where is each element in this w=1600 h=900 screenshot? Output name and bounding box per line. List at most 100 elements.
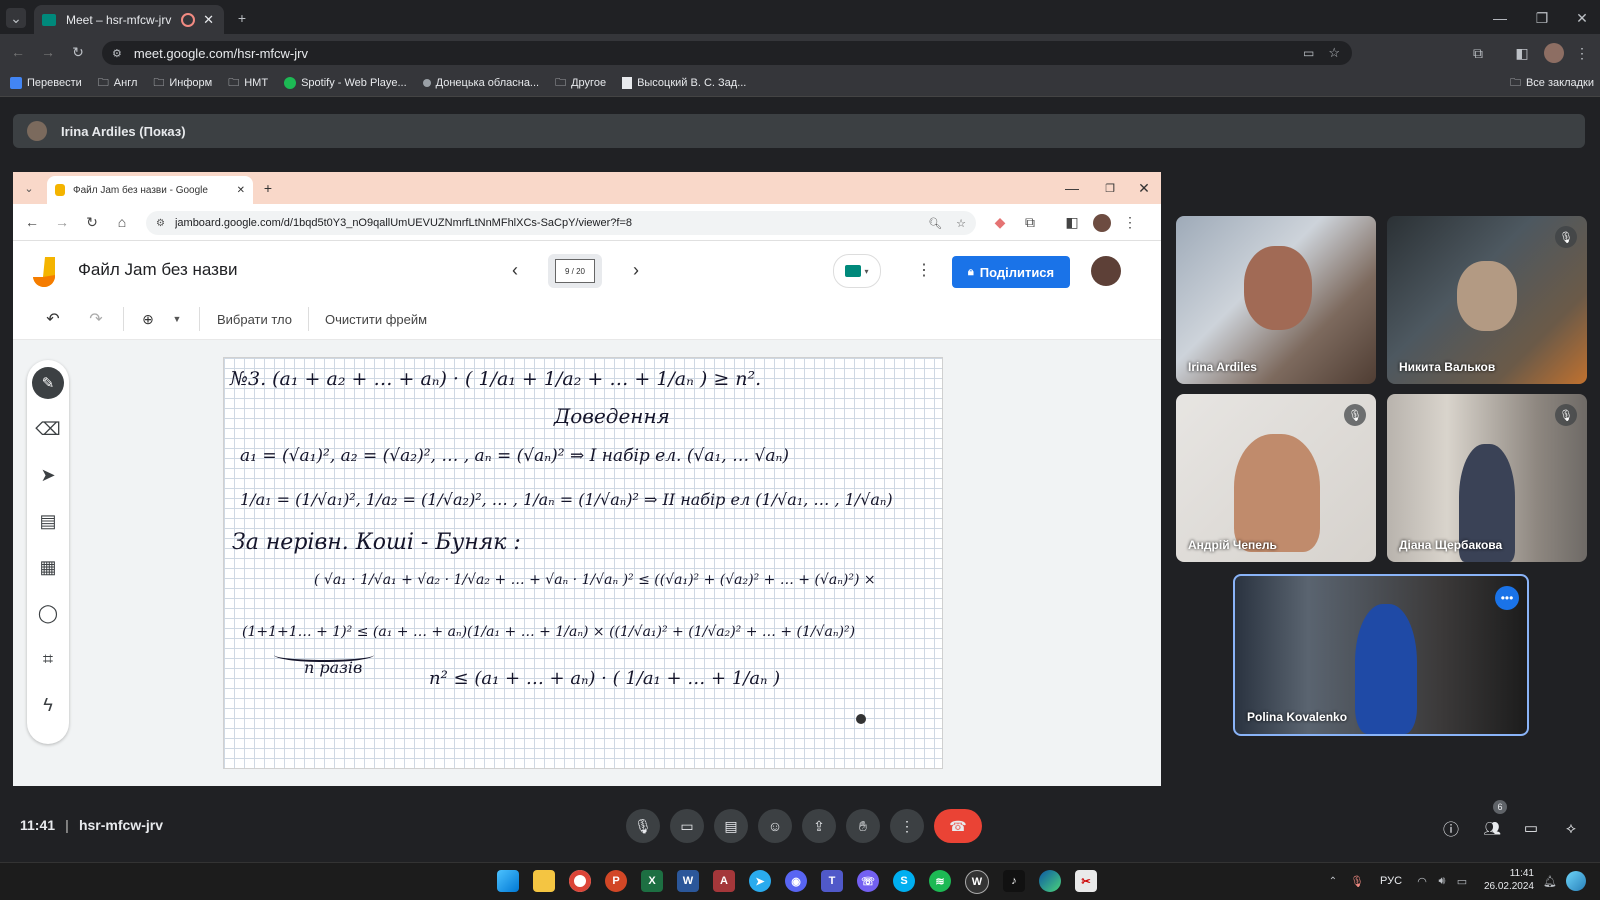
bookmark-vysotsky[interactable]: Высоцкий В. С. Зад... (622, 77, 746, 89)
participant-name: Діана Щербакова (1399, 538, 1503, 552)
wifi-icon[interactable]: ◠ (1414, 873, 1430, 889)
shared-zoom-icon: 🔍︎ (928, 217, 943, 230)
back-icon[interactable]: ← (8, 42, 28, 62)
leave-call-button[interactable]: ☎︎ (934, 809, 982, 843)
bookmark-all[interactable]: 🗀 Все закладки (1510, 74, 1594, 93)
close-tab-icon[interactable]: ✕ (203, 12, 214, 28)
folder-icon: 🗀 (153, 76, 165, 89)
captions-button[interactable]: ▤ (714, 809, 748, 843)
reactions-button[interactable]: ☺ (758, 809, 792, 843)
windows-start-icon[interactable] (497, 870, 519, 892)
viber-icon[interactable]: ☏ (857, 870, 879, 892)
handwriting-line: (1+1+1… + 1)² ≤ (a₁ + … + aₙ)(1/a₁ + … +… (242, 624, 856, 640)
raise-hand-button[interactable]: ✋︎ (846, 809, 880, 843)
wiki-icon[interactable]: W (965, 870, 989, 894)
translate-icon (10, 77, 22, 89)
laser-icon: ϟ (43, 694, 53, 715)
close-window-icon[interactable]: ✕ (1572, 8, 1592, 28)
bookmark-folder[interactable]: 🗀 Другое (555, 74, 606, 93)
participant-tile[interactable]: Irina Ardiles (1176, 216, 1376, 384)
tab-title: Meet – hsr-mfcw-jrv (66, 12, 172, 27)
handwriting-line: 1/a₁ = (1/√a₁)², 1/a₂ = (1/√a₂)², … , 1/… (240, 490, 893, 509)
skype-icon[interactable]: S (893, 870, 915, 892)
restore-icon[interactable]: ❐ (1532, 8, 1552, 28)
share-button: 🔒︎ Поділитися (952, 256, 1070, 288)
meeting-info: 11:41 | hsr-mfcw-jrv (20, 817, 163, 833)
participant-name: Никита Вальков (1399, 360, 1496, 374)
discord-icon[interactable]: ◉ (785, 870, 807, 892)
tray-mic-icon[interactable]: 🎙︎ (1350, 873, 1364, 889)
spotify-icon[interactable]: ≋ (929, 870, 951, 892)
menu-dots-icon[interactable]: ⋮ (1574, 43, 1590, 63)
tab-search-icon[interactable]: ⌄ (6, 8, 26, 28)
file-explorer-icon[interactable] (533, 870, 555, 892)
access-icon[interactable]: A (713, 870, 735, 892)
excel-icon[interactable]: X (641, 870, 663, 892)
edge-icon[interactable] (1039, 870, 1061, 892)
powerpoint-icon[interactable]: P (605, 870, 627, 892)
bookmark-folder[interactable]: 🗀 Информ (153, 74, 212, 93)
snipping-tool-icon[interactable]: ✂ (1075, 870, 1097, 892)
folder-icon: 🗀 (97, 76, 109, 89)
participant-tile[interactable]: 🎙︎ Никита Вальков (1387, 216, 1587, 384)
windows-taskbar: P X W A ➤ ◉ T ☏ S ≋ W ♪ ✂ ⌃ 🎙︎ РУС ◠ 🔊︎ … (0, 862, 1600, 900)
bookmark-spotify[interactable]: Spotify - Web Playe... (284, 77, 407, 89)
tray-chevron-icon[interactable]: ⌃ (1326, 873, 1340, 889)
camera-button[interactable]: ▭ (670, 809, 704, 843)
pen-icon: ✎ (32, 367, 64, 399)
more-options-button[interactable]: ⋮ (890, 809, 924, 843)
shared-site-info-icon: ⚙ (156, 217, 165, 229)
shared-home-icon: ⌂ (117, 214, 127, 230)
activities-icon[interactable]: ⟡ (1560, 817, 1582, 839)
people-icon[interactable]: 👥︎ (1480, 817, 1504, 839)
image-icon: ▦ (39, 556, 57, 577)
battery-icon[interactable]: ▭ (1454, 873, 1470, 889)
participant-tile[interactable]: 🎙︎ Андрій Чепель (1176, 394, 1376, 562)
telegram-icon[interactable]: ➤ (749, 870, 771, 892)
participant-name: Андрій Чепель (1188, 538, 1277, 552)
meeting-time: 11:41 (20, 817, 56, 833)
participant-tile-self[interactable]: ••• Polina Kovalenko (1233, 574, 1529, 736)
reload-icon[interactable]: ↻ (68, 42, 88, 62)
more-options-icon[interactable]: ••• (1495, 586, 1519, 610)
bookmark-translate[interactable]: Перевести (10, 77, 82, 89)
participant-tile[interactable]: 🎙︎ Діана Щербакова (1387, 394, 1587, 562)
profile-avatar[interactable] (1544, 43, 1564, 63)
volume-icon[interactable]: 🔊︎ (1434, 873, 1450, 889)
handwriting-line: За нерівн. Коші - Буняк : (232, 530, 521, 555)
teams-icon[interactable]: T (821, 870, 843, 892)
minimize-icon[interactable]: — (1490, 8, 1510, 28)
tiktok-icon[interactable]: ♪ (1003, 870, 1025, 892)
chat-icon[interactable]: ▭ (1520, 817, 1542, 839)
jam-tool-rail: ✎ ⌫ ➤ ▤ ▦ ◯ ⌗ ϟ (27, 360, 69, 744)
input-language[interactable]: РУС (1380, 875, 1402, 887)
copilot-icon[interactable] (1566, 871, 1586, 891)
mic-off-icon: 🎙︎ (1555, 226, 1577, 248)
site-info-icon[interactable]: ⚙ (112, 47, 122, 60)
prev-frame-icon: ‹ (512, 259, 518, 280)
jam-toolbar: ↶ ↷ ⊕ ▼ Вибрати тло Очистити фрейм (13, 299, 1161, 340)
extensions-icon[interactable]: ⧉ (1468, 43, 1488, 63)
notifications-icon[interactable]: 🔔︎ (1542, 873, 1558, 889)
bookmark-folder[interactable]: 🗀 НМТ (228, 74, 268, 93)
bookmark-donetsk[interactable]: Донецька обласна... (422, 77, 539, 89)
side-panel-icon[interactable]: ◧ (1512, 43, 1532, 63)
present-button[interactable]: ⇪ (802, 809, 836, 843)
bookmark-star-icon[interactable]: ☆ (1328, 45, 1340, 61)
forward-icon[interactable]: → (38, 42, 58, 62)
address-bar[interactable]: ⚙ meet.google.com/hsr-mfcw-jrv ▭ ☆ (102, 41, 1352, 65)
jam-favicon (55, 184, 65, 196)
shared-tab-search-icon: ⌄ (24, 182, 34, 195)
shape-circle-icon: ◯ (37, 602, 59, 623)
clear-frame-button: Очистити фрейм (325, 312, 428, 327)
microphone-button[interactable]: 🎙︎ (626, 809, 660, 843)
new-tab-icon[interactable]: + (232, 8, 252, 28)
camera-indicator-icon[interactable]: ▭ (1303, 46, 1314, 60)
bookmark-folder[interactable]: 🗀 Англ (98, 74, 138, 93)
system-clock[interactable]: 11:41 26.02.2024 (1482, 867, 1534, 893)
tab-meet[interactable]: Meet – hsr-mfcw-jrv ✕ (34, 5, 224, 34)
chrome-icon[interactable] (569, 870, 591, 892)
info-icon[interactable]: ⓘ (1440, 817, 1462, 839)
toolbar-divider (308, 307, 309, 331)
word-icon[interactable]: W (677, 870, 699, 892)
